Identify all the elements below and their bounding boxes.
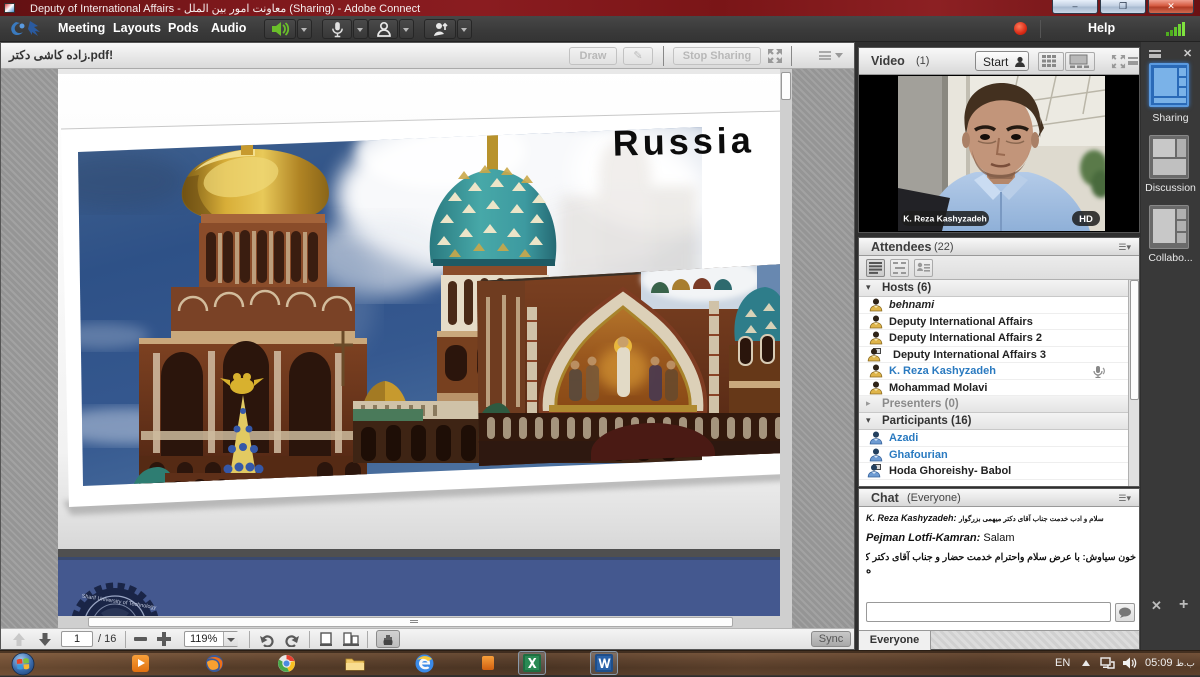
svg-text:Russia: Russia bbox=[612, 119, 755, 163]
svg-text:K. Reza Kashyzadeh: K. Reza Kashyzadeh bbox=[903, 214, 987, 224]
svg-text:HD: HD bbox=[1079, 214, 1093, 225]
